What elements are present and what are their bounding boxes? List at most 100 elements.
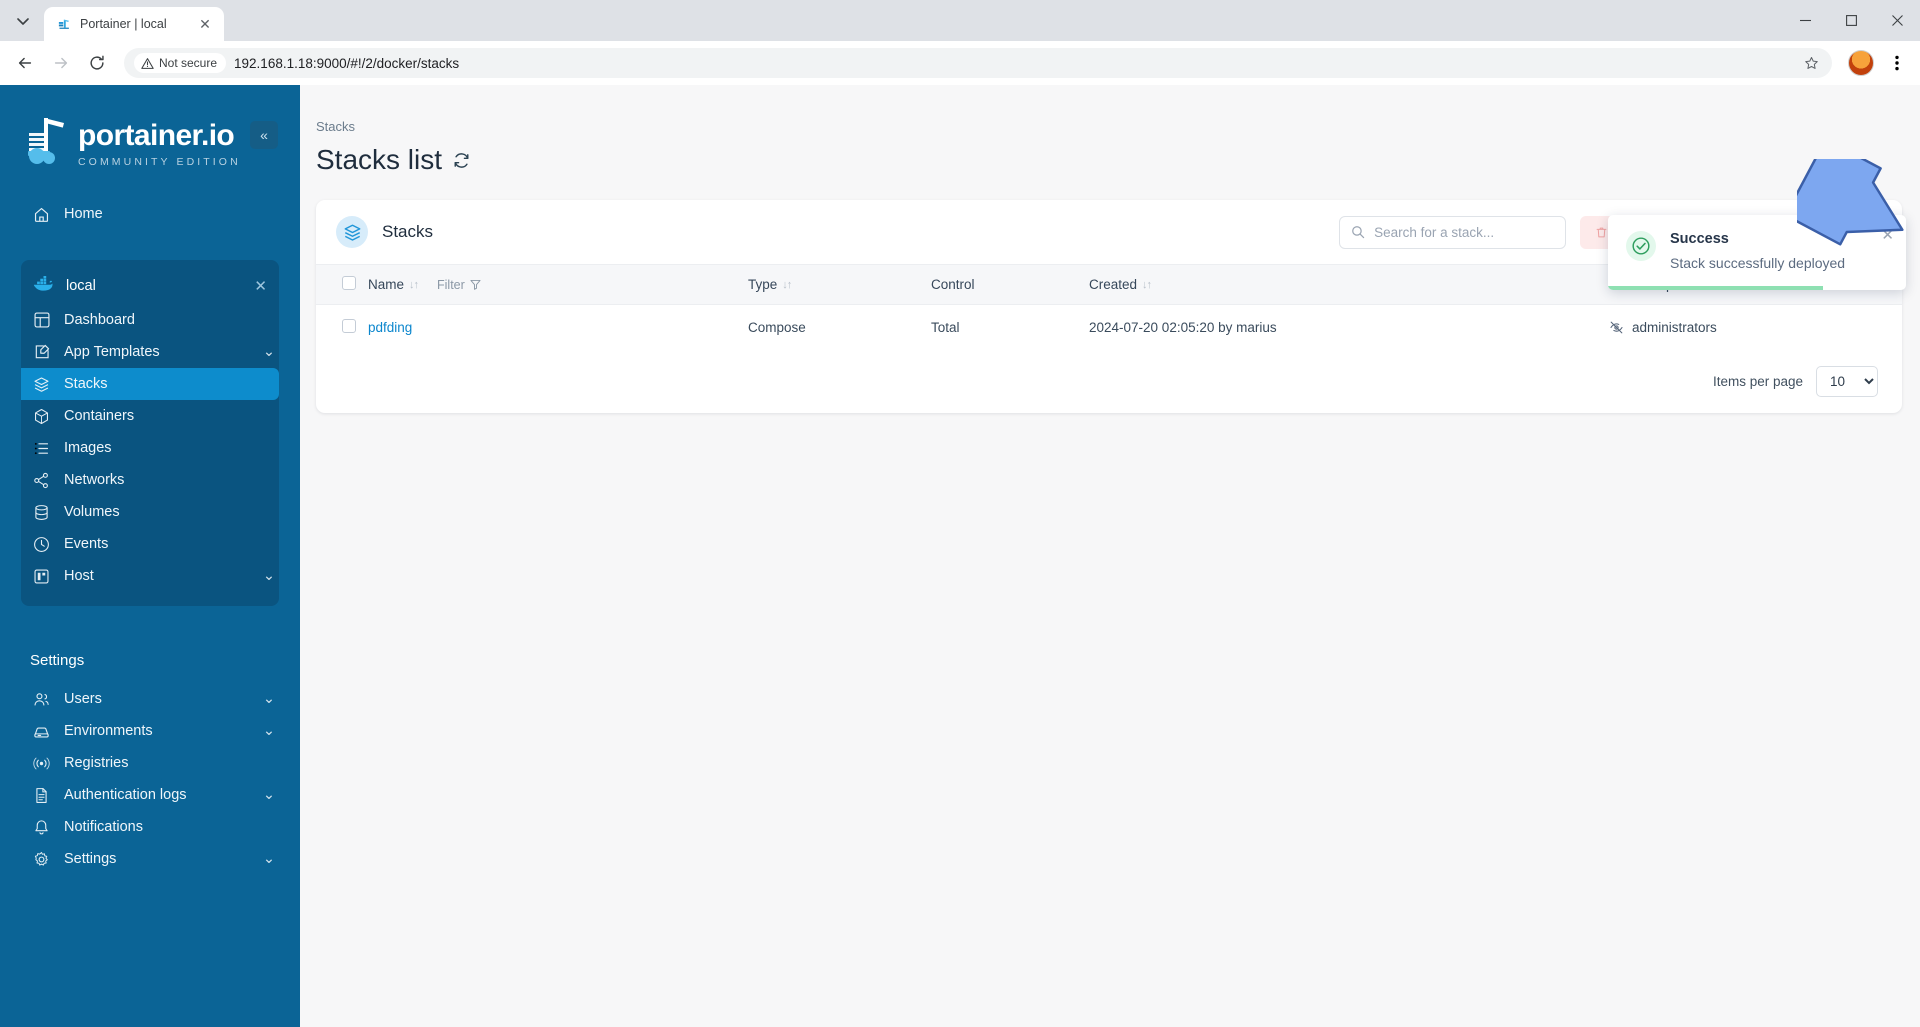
browser-menu-icon[interactable]	[1882, 48, 1912, 78]
sidebar-item-label: Stacks	[64, 376, 108, 392]
sidebar-item-volumes[interactable]: Volumes	[21, 496, 279, 528]
column-header-created[interactable]: Created ↓↑	[1089, 265, 1609, 305]
chevron-down-icon[interactable]: ⌄	[263, 568, 275, 584]
templates-icon	[33, 344, 50, 361]
sort-icon: ↓↑	[409, 278, 419, 291]
sidebar-item-label: Authentication logs	[64, 787, 187, 803]
tab-close-icon[interactable]: ✕	[196, 15, 214, 33]
table-row[interactable]: pdfding Compose Total 2024-07-20 02:05:2…	[316, 305, 1902, 351]
filter-icon	[470, 279, 481, 290]
sidebar-item-label: App Templates	[64, 344, 160, 360]
images-icon	[33, 440, 50, 457]
search-input[interactable]	[1374, 224, 1555, 240]
browser-tab[interactable]: Portainer | local ✕	[44, 7, 224, 41]
stacks-icon	[33, 376, 50, 393]
portainer-logo-icon	[24, 115, 68, 167]
auth-logs-icon	[33, 787, 50, 804]
row-select-cell	[316, 305, 368, 351]
sidebar-environment-header[interactable]: local ✕	[21, 268, 279, 304]
column-label: Type	[748, 277, 778, 292]
sidebar-item-users[interactable]: Users ⌄	[0, 683, 279, 715]
sidebar-item-label: Containers	[64, 408, 135, 424]
sidebar-item-dashboard[interactable]: Dashboard	[21, 304, 279, 336]
stack-name-link[interactable]: pdfding	[368, 320, 412, 335]
sidebar-item-stacks[interactable]: Stacks	[21, 368, 279, 400]
sidebar-item-notifications[interactable]: Notifications	[0, 811, 279, 843]
column-header-control: Control	[931, 265, 1089, 305]
card-title: Stacks	[382, 222, 434, 241]
toast-close-icon[interactable]: ✕	[1881, 228, 1894, 243]
sidebar-item-app-templates[interactable]: App Templates ⌄	[21, 336, 279, 368]
select-all-checkbox[interactable]	[342, 276, 356, 290]
networks-icon	[33, 472, 50, 489]
bell-icon	[33, 819, 50, 836]
chevron-down-icon[interactable]: ⌄	[263, 344, 275, 360]
sidebar-environment-block: local ✕ Dashboard App Templates ⌄ Stacks…	[21, 260, 279, 606]
sidebar-item-environments[interactable]: Environments ⌄	[0, 715, 279, 747]
toast-message: Stack successfully deployed	[1670, 255, 1846, 271]
column-label: Name	[368, 277, 405, 292]
host-icon	[33, 568, 50, 585]
address-bar[interactable]: Not secure 192.168.1.18:9000/#!/2/docker…	[124, 48, 1832, 78]
sidebar-item-label: Notifications	[64, 819, 143, 835]
sidebar-item-label: Settings	[64, 851, 117, 867]
sidebar-item-containers[interactable]: Containers	[21, 400, 279, 432]
items-per-page-select[interactable]: 10 25 50 100	[1816, 366, 1878, 397]
sidebar-collapse-button[interactable]: «	[250, 121, 278, 149]
items-per-page-label: Items per page	[1712, 374, 1803, 389]
chevron-down-icon[interactable]: ⌄	[263, 787, 275, 803]
profile-avatar[interactable]	[1848, 50, 1874, 76]
filter-button[interactable]: Filter	[437, 278, 481, 292]
sidebar-item-images[interactable]: Images	[21, 432, 279, 464]
column-header-type[interactable]: Type ↓↑	[748, 265, 931, 305]
sidebar-item-registries[interactable]: Registries	[0, 747, 279, 779]
sidebar-item-home[interactable]: Home	[0, 198, 279, 230]
bookmark-star-icon[interactable]	[1798, 50, 1824, 76]
table-body: pdfding Compose Total 2024-07-20 02:05:2…	[316, 305, 1902, 351]
events-icon	[33, 536, 50, 553]
row-checkbox[interactable]	[342, 319, 356, 334]
page-title: Stacks list	[316, 144, 443, 175]
gear-icon	[33, 851, 50, 868]
tab-search-icon[interactable]	[6, 4, 40, 38]
sidebar-item-networks[interactable]: Networks	[21, 464, 279, 496]
home-icon	[33, 206, 50, 223]
sidebar-item-events[interactable]: Events	[21, 528, 279, 560]
sidebar-item-label: Users	[64, 691, 102, 707]
chevron-down-icon[interactable]: ⌄	[263, 691, 275, 707]
toast-title: Success	[1670, 231, 1729, 247]
window-minimize-button[interactable]	[1782, 0, 1828, 41]
sidebar-item-authentication-logs[interactable]: Authentication logs ⌄	[0, 779, 279, 811]
sidebar-item-settings[interactable]: Settings ⌄	[0, 843, 279, 875]
not-secure-badge[interactable]: Not secure	[134, 53, 227, 73]
column-header-name[interactable]: Name ↓↑ Filter	[368, 265, 748, 305]
breadcrumb[interactable]: Stacks	[316, 85, 1902, 134]
tab-title: Portainer | local	[80, 17, 167, 31]
row-type-cell: Compose	[748, 320, 806, 336]
reload-button[interactable]	[80, 46, 114, 80]
select-all-header	[316, 265, 368, 305]
refresh-icon[interactable]	[452, 151, 471, 170]
sidebar-item-label: Registries	[64, 755, 129, 771]
url-text: 192.168.1.18:9000/#!/2/docker/stacks	[234, 55, 460, 71]
docker-icon	[33, 276, 53, 296]
sort-icon: ↓↑	[1142, 278, 1152, 291]
window-maximize-button[interactable]	[1828, 0, 1874, 41]
row-created-cell: 2024-07-20 02:05:20 by marius	[1089, 320, 1277, 336]
window-controls	[1782, 0, 1920, 41]
browser-tabstrip: Portainer | local ✕	[0, 0, 1920, 41]
search-box[interactable]	[1339, 215, 1567, 249]
sidebar-nav-top: Home	[0, 198, 300, 230]
ownership-label: administrators	[1632, 320, 1717, 336]
sidebar-item-label: Home	[64, 206, 103, 222]
chevron-down-icon[interactable]: ⌄	[263, 851, 275, 867]
back-button[interactable]	[8, 46, 42, 80]
sidebar-item-host[interactable]: Host ⌄	[21, 560, 279, 592]
users-icon	[33, 691, 50, 708]
chevron-down-icon[interactable]: ⌄	[263, 723, 275, 739]
window-close-button[interactable]	[1874, 0, 1920, 41]
dashboard-icon	[33, 312, 50, 329]
sidebar-environment-close-icon[interactable]: ✕	[254, 277, 267, 295]
forward-button[interactable]	[44, 46, 78, 80]
sidebar-logo[interactable]: portainer.io COMMUNITY EDITION «	[0, 93, 300, 168]
